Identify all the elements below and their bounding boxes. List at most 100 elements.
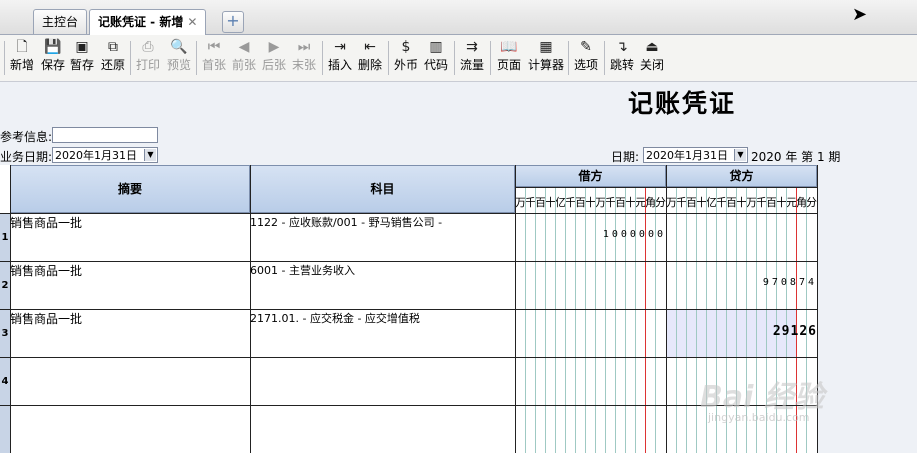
- header-divider: [515, 187, 817, 188]
- digit-divider: [565, 187, 566, 453]
- ref-info-input[interactable]: [52, 127, 158, 143]
- first-icon: ⏮: [207, 39, 221, 55]
- preview-label: 预览: [166, 58, 191, 72]
- delete-label: 删除: [357, 58, 382, 72]
- tab-label: 记账凭证 - 新增: [98, 15, 184, 29]
- tab-voucher-new[interactable]: 记账凭证 - 新增 ✕: [89, 9, 207, 35]
- currency-label: 外币: [393, 58, 418, 72]
- summary-cell[interactable]: 销售商品一批: [10, 262, 248, 279]
- header-summary: 摘要: [10, 165, 250, 213]
- account-cell[interactable]: 2171.01. - 应交税金 - 应交增值税: [250, 310, 514, 326]
- biz-date-value: 2020年1月31日: [55, 149, 137, 162]
- digit-divider: [645, 187, 646, 453]
- digit-divider: [655, 187, 656, 453]
- stash-button[interactable]: ▣ 暂存: [68, 37, 96, 79]
- next-icon: ▶: [268, 39, 280, 55]
- header-account: 科目: [250, 165, 515, 213]
- code-button[interactable]: ▥ 代码: [422, 37, 450, 79]
- jump-icon: ↴: [616, 39, 628, 55]
- delete-icon: ⇤: [364, 39, 376, 55]
- tab-label: 主控台: [42, 15, 79, 29]
- toolbar-separator: [388, 41, 389, 75]
- last-icon: ⏭: [297, 39, 311, 55]
- last-button[interactable]: ⏭ 末张: [290, 37, 318, 79]
- summary-cell[interactable]: 销售商品一批: [10, 214, 248, 231]
- print-label: 打印: [135, 58, 160, 72]
- toolbar: 🗋 新增 💾 保存 ▣ 暂存 ⧉ 还原 ⎙ 打印 🔍 预览 ⏮ 首张 ◀ 前张 ▶ 后张 ⏭ 末张 ⇥ 插入 ⇤ 删除 $ 外币 ▥…: [0, 35, 917, 82]
- credit-amount-cell[interactable]: 29126: [667, 324, 817, 339]
- digit-divider: [676, 187, 677, 453]
- jump-button[interactable]: ↴ 跳转: [608, 37, 636, 79]
- toolbar-separator: [604, 41, 605, 75]
- restore-icon: ⧉: [108, 39, 118, 55]
- date-picker[interactable]: 2020年1月31日 ▼: [643, 147, 748, 163]
- print-button[interactable]: ⎙ 打印: [134, 37, 162, 79]
- debit-amount-cell[interactable]: 1000000: [516, 229, 666, 240]
- delete-button[interactable]: ⇤ 删除: [356, 37, 384, 79]
- toolbar-separator: [130, 41, 131, 75]
- row-number: 2: [0, 262, 10, 309]
- flow-button[interactable]: ⇉ 流量: [458, 37, 486, 79]
- calculator-icon: ▦: [539, 39, 553, 55]
- first-button[interactable]: ⏮ 首张: [200, 37, 228, 79]
- next-button[interactable]: ▶ 后张: [260, 37, 288, 79]
- biz-date-label: 业务日期:: [0, 150, 53, 164]
- preview-icon: 🔍: [170, 39, 188, 55]
- currency-icon: $: [401, 39, 411, 55]
- tab-bar: 主控台 记账凭证 - 新增 ✕ +: [0, 0, 917, 35]
- header-credit: 贷方: [666, 165, 817, 187]
- options-button[interactable]: ✎ 选项: [572, 37, 600, 79]
- header-debit: 借方: [515, 165, 666, 187]
- digit-divider: [585, 187, 586, 453]
- jump-label: 跳转: [609, 58, 634, 72]
- calculator-button[interactable]: ▦ 计算器: [526, 37, 566, 79]
- chevron-down-icon[interactable]: ▼: [734, 149, 746, 161]
- account-cell[interactable]: 1122 - 应收账款/001 - 野马销售公司 -: [250, 214, 514, 230]
- credit-amount-cell[interactable]: 970874: [667, 277, 817, 288]
- mouse-cursor-icon: ➤: [852, 4, 868, 25]
- toolbar-separator: [196, 41, 197, 75]
- digit-divider: [595, 187, 596, 453]
- page-button[interactable]: 📖 页面: [494, 37, 524, 79]
- flow-icon: ⇉: [466, 39, 478, 55]
- period-text: 2020 年 第 1 期: [751, 150, 841, 164]
- digit-divider: [605, 187, 606, 453]
- add-tab-button[interactable]: +: [222, 11, 244, 33]
- code-icon: ▥: [429, 39, 443, 55]
- biz-date-picker[interactable]: 2020年1月31日 ▼: [52, 147, 158, 163]
- watermark-url: jingyan.baidu.com: [708, 411, 810, 424]
- save-button[interactable]: 💾 保存: [40, 37, 66, 79]
- row-number: 4: [0, 358, 10, 405]
- calculator-label: 计算器: [527, 58, 564, 72]
- page-icon: 📖: [500, 39, 518, 55]
- toolbar-separator: [568, 41, 569, 75]
- digit-divider: [635, 187, 636, 453]
- summary-cell[interactable]: 销售商品一批: [10, 310, 248, 327]
- new-button[interactable]: 🗋 新增: [8, 37, 36, 79]
- insert-icon: ⇥: [334, 39, 346, 55]
- insert-button[interactable]: ⇥ 插入: [326, 37, 354, 79]
- row-number: [0, 406, 10, 453]
- restore-button[interactable]: ⧉ 还原: [98, 37, 128, 79]
- toolbar-separator: [4, 41, 5, 75]
- options-icon: ✎: [580, 39, 592, 55]
- tab-main-console[interactable]: 主控台: [33, 9, 88, 34]
- code-label: 代码: [423, 58, 448, 72]
- next-label: 后张: [261, 58, 286, 72]
- currency-button[interactable]: $ 外币: [392, 37, 420, 79]
- credit-digit-header: 万千百十亿千百十万千百十元角分: [666, 196, 817, 209]
- close-button[interactable]: ⏏ 关闭: [638, 37, 666, 79]
- close-label: 关闭: [639, 58, 664, 72]
- preview-button[interactable]: 🔍 预览: [164, 37, 194, 79]
- account-cell[interactable]: 6001 - 主营业务收入: [250, 262, 514, 278]
- flow-label: 流量: [459, 58, 484, 72]
- close-icon[interactable]: ✕: [187, 15, 197, 29]
- new-icon: 🗋: [16, 39, 28, 55]
- page-label: 页面: [496, 58, 521, 72]
- digit-divider: [625, 187, 626, 453]
- toolbar-separator: [454, 41, 455, 75]
- chevron-down-icon[interactable]: ▼: [144, 149, 156, 161]
- prev-button[interactable]: ◀ 前张: [230, 37, 258, 79]
- digit-divider: [535, 187, 536, 453]
- row-divider: [0, 357, 817, 358]
